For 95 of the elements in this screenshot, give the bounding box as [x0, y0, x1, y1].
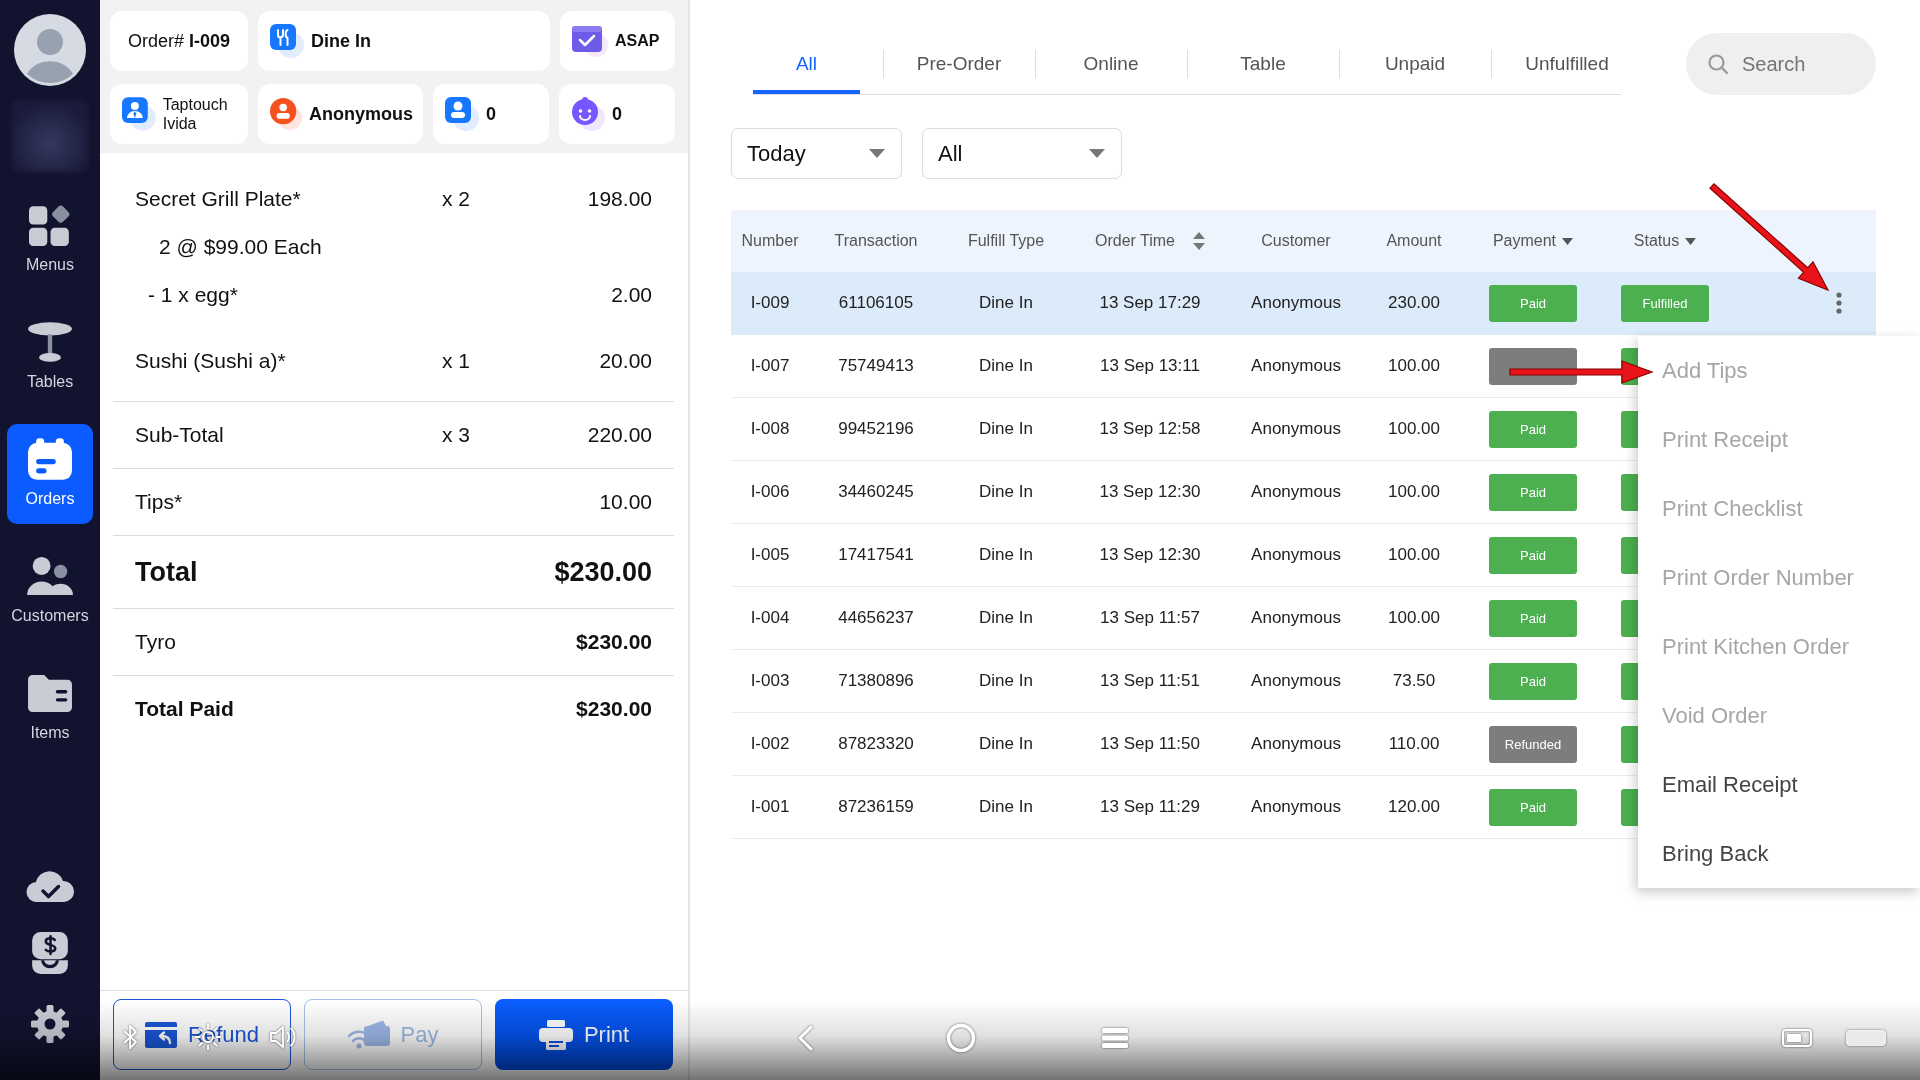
summary-amount: $230.00 [576, 630, 652, 654]
table-cell: I-006 [750, 482, 790, 502]
table-cell: Anonymous [1251, 797, 1341, 817]
table-cell: I-009 [750, 293, 790, 313]
table-cell: I-003 [750, 671, 790, 691]
table-cell: 75749413 [838, 356, 914, 376]
table-cell: 17417541 [838, 545, 914, 565]
item-price: 20.00 [599, 349, 652, 373]
table-cell: 13 Sep 11:50 [1100, 734, 1200, 754]
table-cell: 100.00 [1388, 419, 1440, 439]
table-cell: 230.00 [1388, 293, 1440, 313]
column-header: Transaction [834, 232, 918, 250]
item-name: Secret Grill Plate* [135, 187, 301, 211]
table-cell: Anonymous [1251, 671, 1341, 691]
payment-badge: Paid [1489, 473, 1577, 511]
payment-badge: Paid [1489, 536, 1577, 574]
table-cell: Dine In [979, 356, 1033, 376]
summary-amount: $230.00 [576, 697, 652, 721]
table-cell: 13 Sep 11:51 [1100, 671, 1200, 691]
payment-badge: Paid [1489, 410, 1577, 448]
summary-amount: 220.00 [587, 423, 652, 447]
table-cell: 34460245 [838, 482, 914, 502]
column-header: Fulfill Type [967, 232, 1045, 250]
table-cell: 71380896 [838, 671, 914, 691]
status-badge: Fulfilled [1621, 284, 1709, 322]
summary-quantity: x 3 [442, 423, 470, 447]
payment-badge: Paid [1489, 599, 1577, 637]
table-cell: 13 Sep 17:29 [1099, 293, 1201, 313]
modifier-name: - 1 x egg* [148, 283, 238, 307]
table-cell: 87823320 [838, 734, 914, 754]
item-price: 198.00 [587, 187, 652, 211]
item-name: Sushi (Sushi a)* [135, 349, 286, 373]
summary-label: Total [135, 556, 198, 588]
table-cell: 13 Sep 11:57 [1100, 608, 1200, 628]
item-price: 2.00 [611, 283, 652, 307]
table-cell: Dine In [979, 545, 1033, 565]
table-cell: Dine In [979, 482, 1033, 502]
table-cell: Anonymous [1251, 734, 1341, 754]
table-cell: I-001 [750, 797, 790, 817]
column-header: Customer [1261, 232, 1331, 250]
table-cell: Dine In [979, 293, 1033, 313]
table-cell: I-007 [750, 356, 790, 376]
table-cell: 13 Sep 11:29 [1100, 797, 1200, 817]
table-cell: Anonymous [1251, 356, 1341, 376]
guest-count: 0 [486, 103, 496, 125]
table-cell: 100.00 [1388, 482, 1440, 502]
table-cell: Anonymous [1251, 293, 1341, 313]
table-cell: 13 Sep 13:11 [1100, 356, 1200, 376]
item-quantity: x 1 [442, 349, 470, 373]
table-cell: 44656237 [838, 608, 914, 628]
summary-label: Tyro [135, 630, 176, 654]
summary-amount: 10.00 [599, 490, 652, 514]
table-cell: 100.00 [1388, 608, 1440, 628]
order-timing: ASAP [615, 32, 660, 50]
table-cell: I-005 [750, 545, 790, 565]
table-cell: 13 Sep 12:58 [1099, 419, 1201, 439]
table-cell: Anonymous [1251, 419, 1341, 439]
table-cell: I-002 [750, 734, 790, 754]
payment-badge: Paid [1489, 662, 1577, 700]
child-count: 0 [612, 103, 622, 125]
order-number: Order# I-009 [127, 30, 231, 52]
column-header: Amount [1386, 232, 1442, 250]
table-cell: 100.00 [1388, 356, 1440, 376]
table-cell: I-004 [750, 608, 790, 628]
table-cell: 100.00 [1388, 545, 1440, 565]
summary-label: Tips* [135, 490, 183, 514]
table-cell: Dine In [979, 734, 1033, 754]
table-cell: I-008 [750, 419, 790, 439]
table-cell: 61106105 [838, 293, 914, 313]
table-cell: Anonymous [1251, 608, 1341, 628]
table-cell: 13 Sep 12:30 [1099, 482, 1201, 502]
payment-badge: Refunded [1489, 725, 1577, 763]
table-cell: Dine In [979, 797, 1033, 817]
table-cell: Anonymous [1251, 545, 1341, 565]
table-cell: 120.00 [1388, 797, 1440, 817]
column-header: Number [741, 232, 799, 250]
table-cell: 99452196 [838, 419, 914, 439]
table-cell: Dine In [979, 671, 1033, 691]
payment-badge: Paid [1489, 284, 1577, 322]
table-cell: 73.50 [1392, 671, 1436, 691]
table-cell: Anonymous [1251, 482, 1341, 502]
table-cell: 87236159 [838, 797, 914, 817]
summary-label: Total Paid [135, 697, 234, 721]
table-cell: 110.00 [1388, 734, 1440, 754]
summary-label: Sub-Total [135, 423, 224, 447]
unit-price-note: 2 @ $99.00 Each [159, 235, 322, 259]
summary-amount: $230.00 [554, 556, 652, 588]
fulfillment-type: Dine In [311, 30, 371, 52]
item-quantity: x 2 [442, 187, 470, 211]
staff-name: Taptouch Ivida [162, 95, 229, 133]
payment-badge: Paid [1489, 788, 1577, 826]
table-cell: Dine In [979, 419, 1033, 439]
table-cell: Dine In [979, 608, 1033, 628]
table-cell: 13 Sep 12:30 [1099, 545, 1201, 565]
customer-name: Anonymous [309, 103, 413, 125]
